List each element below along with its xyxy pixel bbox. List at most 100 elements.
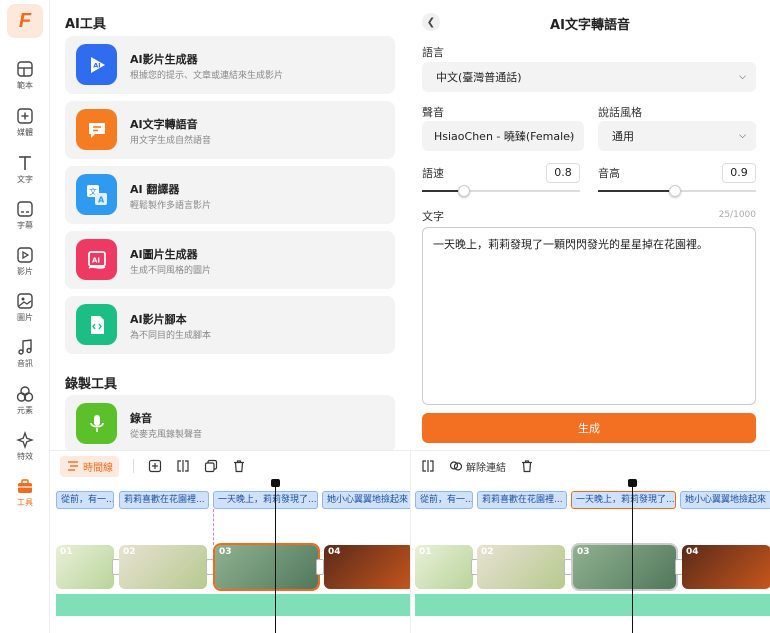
pitch-slider-handle[interactable]: [669, 185, 681, 197]
video-icon: [17, 247, 33, 263]
sidebar-item-label: 字幕: [17, 221, 33, 230]
ai-image-icon: AI: [76, 239, 117, 280]
unlink-label: 解除連結: [466, 462, 506, 474]
sidebar-item-label: 元素: [17, 406, 33, 415]
subtitle-chip[interactable]: 她小心翼翼地撿起來: [322, 491, 410, 509]
left-sidebar: F 範本 媒體 文字 字幕 影片 圖片 音訊 元素 特效 工具: [0, 0, 50, 633]
split-button[interactable]: [176, 459, 190, 473]
split-icon: [422, 460, 434, 472]
speed-input[interactable]: 0.8: [546, 163, 580, 183]
tool-card-ai-video-generator[interactable]: AI AI影片生成器 根據您的提示、文章或連結來生成影片: [65, 36, 395, 94]
video-clip[interactable]: 04: [324, 545, 410, 589]
microphone-icon: [76, 403, 117, 444]
pitch-slider[interactable]: [598, 185, 756, 197]
chevron-down-icon: ⌵: [567, 131, 574, 141]
tool-card-ai-video-script[interactable]: AI影片腳本 為不同目的生成腳本: [65, 296, 395, 354]
audio-track[interactable]: [56, 594, 410, 616]
ai-video-icon: AI: [76, 44, 117, 85]
video-clip-selected[interactable]: 03: [571, 543, 678, 591]
speed-slider[interactable]: [422, 185, 580, 197]
sidebar-item-audio[interactable]: 音訊: [0, 334, 50, 378]
playhead[interactable]: [271, 479, 280, 633]
subtitle-chip[interactable]: 一天晚上，莉莉發現了...: [213, 491, 318, 509]
playhead[interactable]: [628, 479, 637, 633]
subtitle-chip[interactable]: 她小心翼翼地撿起來: [680, 491, 770, 509]
video-clip[interactable]: 02: [477, 545, 565, 589]
text-input[interactable]: 一天晚上，莉莉發現了一顆閃閃發光的星星掉在花園裡。: [422, 227, 756, 405]
sidebar-item-label: 文字: [17, 175, 33, 184]
generate-button[interactable]: 生成: [422, 413, 756, 443]
tools-panel: AI工具 AI AI影片生成器 根據您的提示、文章或連結來生成影片 AI文字轉語…: [50, 0, 410, 450]
shapes-icon: [16, 386, 34, 402]
speech-bubble-icon: [76, 109, 117, 150]
speed-slider-handle[interactable]: [458, 185, 470, 197]
tool-card-ai-image-generator[interactable]: AI AI圖片生成器 生成不同風格的圖片: [65, 231, 395, 289]
speaking-style-select[interactable]: 通用 ⌵: [598, 121, 756, 151]
video-clip[interactable]: 01: [415, 545, 473, 589]
sidebar-item-tools[interactable]: 工具: [0, 473, 50, 517]
trash-icon: [234, 460, 244, 473]
translate-icon: 文A: [76, 174, 117, 215]
pitch-input[interactable]: 0.9: [722, 163, 756, 183]
panel-title: AI文字轉語音: [550, 18, 630, 33]
voice-label: 聲音: [422, 106, 444, 119]
video-clip[interactable]: 04: [682, 545, 770, 589]
sidebar-item-text[interactable]: 文字: [0, 150, 50, 194]
pitch-slider-fill: [598, 190, 674, 192]
sidebar-item-images[interactable]: 圖片: [0, 288, 50, 332]
subtitle-chip[interactable]: 莉莉喜歡在花園裡...: [119, 491, 209, 509]
sidebar-item-elements[interactable]: 元素: [0, 381, 50, 425]
music-icon: [18, 339, 32, 355]
sidebar-item-effects[interactable]: 特效: [0, 427, 50, 471]
timeline-toggle-button[interactable]: 時間線: [60, 455, 119, 477]
add-square-icon: [148, 459, 162, 473]
tool-card-voice-recorder[interactable]: 錄音 從麥克風錄製聲音: [65, 395, 395, 450]
chevron-left-icon: ❮: [426, 16, 436, 28]
clip-transition[interactable]: [206, 559, 214, 575]
logo-letter: F: [18, 9, 32, 32]
video-clip[interactable]: 01: [56, 545, 114, 589]
delete-button[interactable]: [520, 459, 534, 473]
timeline-toolbar: 時間線: [60, 455, 260, 477]
tool-card-ai-translator[interactable]: 文A AI 翻譯器 輕鬆製作多語言影片: [65, 166, 395, 224]
text-icon: [19, 156, 31, 170]
clip-number: 02: [481, 547, 494, 557]
clip-number: 04: [686, 547, 699, 557]
sidebar-item-templates[interactable]: 範本: [0, 56, 50, 100]
pitch-label: 音高: [598, 167, 620, 180]
tool-description: 輕鬆製作多語言影片: [130, 201, 212, 211]
audio-track[interactable]: [415, 594, 770, 616]
subtitle-icon: [17, 201, 33, 217]
sidebar-item-subtitles[interactable]: 字幕: [0, 196, 50, 240]
duplicate-button[interactable]: [204, 459, 218, 473]
unlink-button[interactable]: 解除連結: [449, 459, 506, 474]
timeline-label: 時間線: [83, 462, 113, 474]
back-button[interactable]: ❮: [422, 13, 440, 31]
chevron-down-icon: ⌵: [739, 131, 746, 141]
subtitle-chip[interactable]: 從前，有一...: [415, 491, 473, 509]
clip-transition[interactable]: [316, 559, 324, 575]
clip-number: 03: [577, 547, 590, 557]
language-label: 語言: [422, 46, 444, 59]
video-clip[interactable]: 02: [119, 545, 207, 589]
speaking-style-label: 說話風格: [598, 106, 642, 119]
subtitle-chip[interactable]: 從前，有一...: [56, 491, 114, 509]
clip-number: 01: [419, 547, 432, 557]
app-logo[interactable]: F: [7, 4, 43, 38]
sidebar-item-media[interactable]: 媒體: [0, 103, 50, 147]
character-count: 25/1000: [718, 210, 756, 220]
subtitle-chip[interactable]: 莉莉喜歡在花園裡...: [477, 491, 567, 509]
delete-button[interactable]: [232, 459, 246, 473]
language-select[interactable]: 中文(臺灣普通話) ⌵: [422, 62, 756, 92]
recording-tools-heading: 錄製工具: [65, 377, 118, 392]
subtitle-chip-selected[interactable]: 一天晚上，莉莉發現了...: [571, 491, 676, 509]
voice-select[interactable]: HsiaoChen - 曉臻(Female) ⌵: [422, 121, 584, 151]
tool-title: 錄音: [130, 412, 152, 425]
tool-card-ai-text-to-speech[interactable]: AI文字轉語音 用文字生成自然語音: [65, 101, 395, 159]
clip-transition[interactable]: [564, 559, 572, 575]
svg-text:AI: AI: [92, 256, 100, 264]
add-button[interactable]: [148, 459, 162, 473]
video-clip-selected[interactable]: 03: [213, 543, 320, 591]
sidebar-item-video[interactable]: 影片: [0, 242, 50, 286]
split-button[interactable]: [421, 459, 435, 473]
